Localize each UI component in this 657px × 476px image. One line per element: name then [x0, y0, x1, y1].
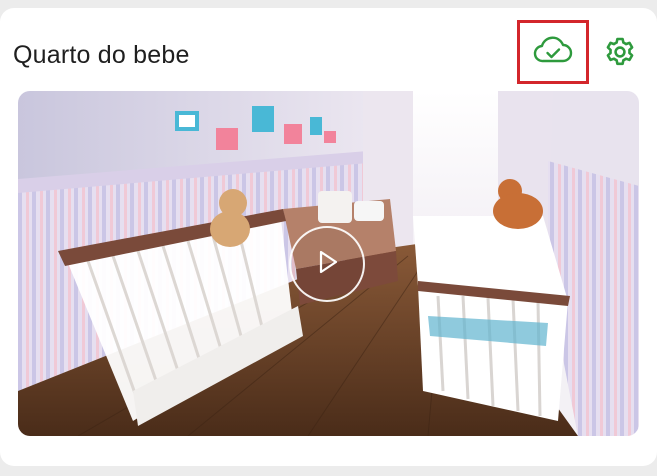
- gear-icon: [604, 36, 636, 73]
- camera-preview[interactable]: [18, 91, 639, 436]
- play-button[interactable]: [289, 226, 365, 302]
- cloud-check-icon: [532, 35, 574, 70]
- settings-button[interactable]: [603, 37, 637, 71]
- cloud-status-button[interactable]: [517, 20, 589, 84]
- camera-name: Quarto do bebe: [13, 41, 190, 69]
- play-icon: [312, 247, 342, 282]
- camera-card: Quarto do bebe: [0, 8, 657, 466]
